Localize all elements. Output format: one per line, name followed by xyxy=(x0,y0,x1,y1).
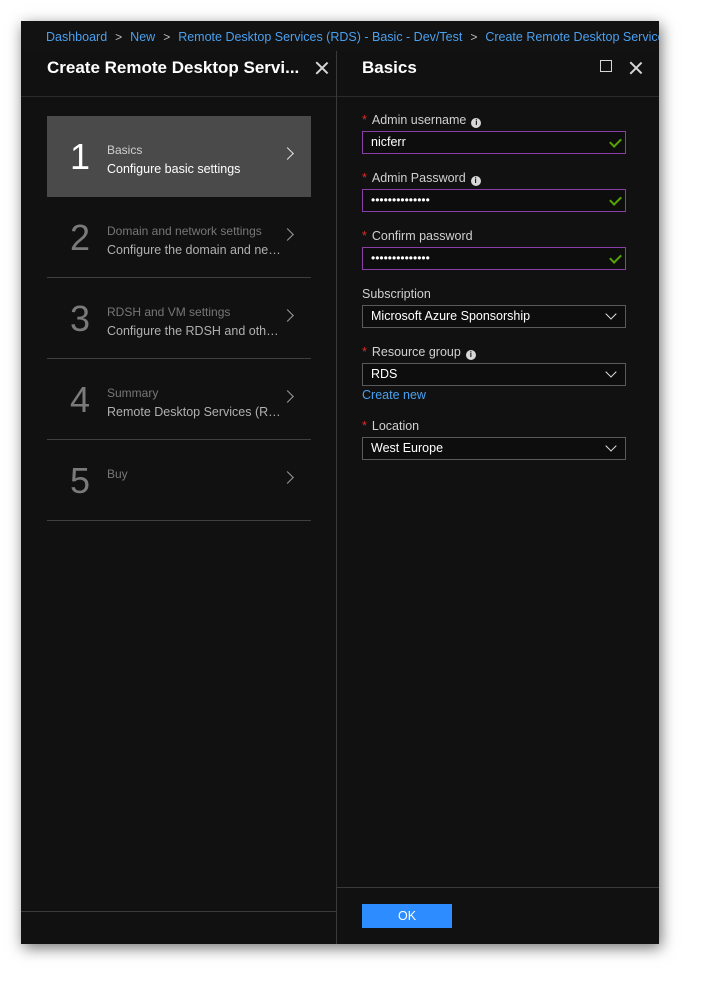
step-title: Basics xyxy=(107,143,143,157)
breadcrumb-separator: > xyxy=(115,30,123,44)
step-number: 5 xyxy=(70,460,91,501)
info-icon[interactable]: i xyxy=(470,176,481,186)
breadcrumb-separator: > xyxy=(163,30,171,44)
location-label: Location xyxy=(371,419,420,433)
required-marker: * xyxy=(362,345,367,359)
step-number: 4 xyxy=(70,379,91,420)
confirm-password-input[interactable]: •••••••••••••• xyxy=(362,247,626,270)
checkmark-icon xyxy=(609,135,622,148)
step-title: RDSH and VM settings xyxy=(107,305,231,319)
portal-window: Dashboard > New > Remote Desktop Services (R… xyxy=(21,21,659,944)
footer-divider xyxy=(21,911,336,912)
required-marker: * xyxy=(362,113,367,127)
step-number: 3 xyxy=(70,298,91,339)
info-icon[interactable]: i xyxy=(471,118,482,128)
resource-group-field: * Resource group i RDS Create new xyxy=(362,343,626,402)
dropdown-value: RDS xyxy=(371,367,398,381)
create-wizard-blade: Create Remote Desktop Servi... 1 Basics … xyxy=(21,51,337,944)
required-marker: * xyxy=(362,419,367,433)
basics-blade: Basics * Admin username i nicferr * Admin P… xyxy=(337,51,659,944)
chevron-down-icon xyxy=(605,440,617,452)
step-title: Domain and network settings xyxy=(107,224,262,238)
admin-password-field: * Admin Password i •••••••••••••• xyxy=(362,169,626,212)
field-label: * Resource group i xyxy=(362,343,626,361)
header-divider xyxy=(337,96,659,97)
checkmark-icon xyxy=(609,251,622,264)
footer-divider xyxy=(337,887,659,888)
wizard-step-domain-network[interactable]: 2 Domain and network settings Configure … xyxy=(47,197,311,278)
input-value: nicferr xyxy=(371,135,406,149)
wizard-step-summary[interactable]: 4 Summary Remote Desktop Services (RDS..… xyxy=(47,359,311,440)
create-new-link[interactable]: Create new xyxy=(362,388,626,402)
required-marker: * xyxy=(362,171,367,185)
blade-title: Create Remote Desktop Servi... xyxy=(47,58,300,77)
info-icon[interactable]: i xyxy=(465,350,476,360)
step-subtitle: Configure the domain and net... xyxy=(107,243,282,257)
dropdown-value: West Europe xyxy=(371,441,444,455)
field-label: * Location xyxy=(362,417,626,435)
chevron-right-icon xyxy=(281,309,294,322)
subscription-label: Subscription xyxy=(362,287,431,301)
chevron-down-icon xyxy=(605,366,617,378)
breadcrumb-link-create-rds[interactable]: Create Remote Desktop Services xyxy=(485,30,659,44)
chevron-right-icon xyxy=(281,228,294,241)
admin-username-input[interactable]: nicferr xyxy=(362,131,626,154)
admin-password-input[interactable]: •••••••••••••• xyxy=(362,189,626,212)
chevron-right-icon xyxy=(281,147,294,160)
wizard-step-buy[interactable]: 5 Buy xyxy=(47,440,311,521)
wizard-steps: 1 Basics Configure basic settings 2 Doma… xyxy=(47,116,311,521)
breadcrumb-link-new[interactable]: New xyxy=(130,30,155,44)
checkmark-icon xyxy=(609,193,622,206)
input-value: •••••••••••••• xyxy=(371,251,430,265)
chevron-down-icon xyxy=(605,308,617,320)
step-title: Buy xyxy=(107,467,128,481)
ok-button[interactable]: OK xyxy=(362,904,452,928)
location-field: * Location West Europe xyxy=(362,417,626,460)
chevron-right-icon xyxy=(281,390,294,403)
admin-password-label: Admin Password xyxy=(371,171,466,185)
chevron-right-icon xyxy=(281,471,294,484)
step-title: Summary xyxy=(107,386,159,400)
step-number: 2 xyxy=(70,217,91,258)
subscription-field: Subscription Microsoft Azure Sponsorship xyxy=(362,285,626,328)
breadcrumb-separator: > xyxy=(470,30,478,44)
confirm-password-label: Confirm password xyxy=(371,229,473,243)
location-dropdown[interactable]: West Europe xyxy=(362,437,626,460)
dropdown-value: Microsoft Azure Sponsorship xyxy=(371,309,531,323)
step-subtitle: Configure basic settings xyxy=(107,162,241,176)
field-label: * Admin Password i xyxy=(362,169,626,187)
admin-username-label: Admin username xyxy=(371,113,467,127)
step-number: 1 xyxy=(70,136,91,177)
field-label: * Admin username i xyxy=(362,111,626,129)
resource-group-dropdown[interactable]: RDS xyxy=(362,363,626,386)
admin-username-field: * Admin username i nicferr xyxy=(362,111,626,154)
breadcrumb-link-rds-basic[interactable]: Remote Desktop Services (RDS) - Basic - … xyxy=(178,30,462,44)
header-divider xyxy=(21,96,336,97)
breadcrumb-link-dashboard[interactable]: Dashboard xyxy=(46,30,107,44)
blade-title: Basics xyxy=(362,58,417,77)
wizard-step-rdsh-vm[interactable]: 3 RDSH and VM settings Configure the RDS… xyxy=(47,278,311,359)
close-icon[interactable] xyxy=(315,61,329,75)
required-marker: * xyxy=(362,229,367,243)
breadcrumb: Dashboard > New > Remote Desktop Services (R… xyxy=(21,21,659,51)
wizard-step-basics[interactable]: 1 Basics Configure basic settings xyxy=(47,116,311,197)
confirm-password-field: * Confirm password •••••••••••••• xyxy=(362,227,626,270)
resource-group-label: Resource group xyxy=(371,345,461,359)
maximize-icon[interactable] xyxy=(600,60,612,72)
subscription-dropdown[interactable]: Microsoft Azure Sponsorship xyxy=(362,305,626,328)
step-subtitle: Configure the RDSH and other ... xyxy=(107,324,282,338)
field-label: * Confirm password xyxy=(362,227,626,245)
close-icon[interactable] xyxy=(629,61,643,75)
step-subtitle: Remote Desktop Services (RDS... xyxy=(107,405,282,419)
input-value: •••••••••••••• xyxy=(371,193,430,207)
